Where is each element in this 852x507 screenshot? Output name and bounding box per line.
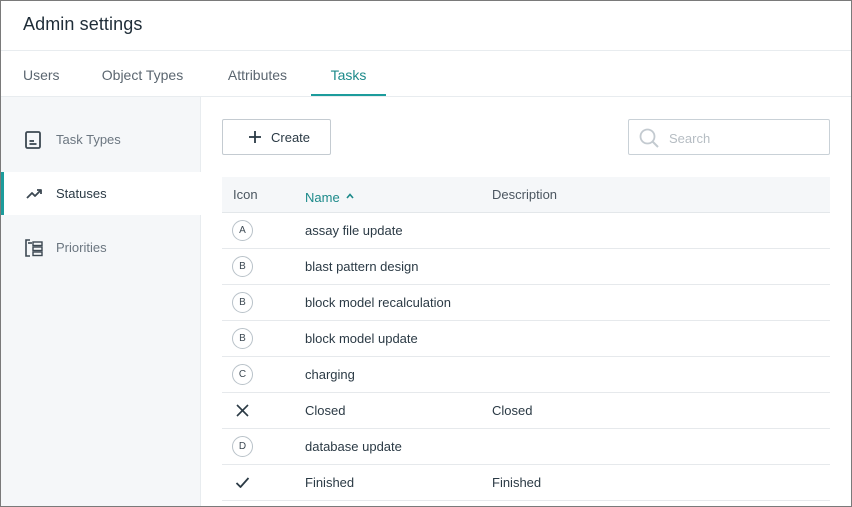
status-name: blast pattern design [305,259,419,274]
priorities-icon [23,238,45,258]
table-row[interactable]: C charging [222,357,830,393]
column-header-description: Description [492,187,558,202]
column-header-name-label: Name [305,190,340,205]
table-row[interactable]: B block model recalculation [222,285,830,321]
table-row[interactable]: Finished Finished [222,465,830,501]
task-types-icon [23,130,45,150]
sidebar-item-task-types[interactable]: Task Types [1,118,201,161]
checkmark-icon [232,472,253,493]
statuses-table: Icon Name Description A assay file updat… [222,177,830,501]
status-letter-icon: B [232,328,253,349]
sidebar-item-label: Statuses [56,186,107,201]
plus-icon [248,129,262,145]
search-input[interactable] [669,128,819,148]
trend-line-icon [23,184,45,204]
status-letter-icon: A [232,220,253,241]
status-name: block model update [305,331,418,346]
sidebar-item-label: Priorities [56,240,107,255]
tab-attributes[interactable]: Attributes [226,51,289,97]
table-row[interactable]: B blast pattern design [222,249,830,285]
tab-bar: Users Object Types Attributes Tasks [1,51,851,97]
status-name: charging [305,367,355,382]
status-name: assay file update [305,223,403,238]
status-name: Closed [305,403,346,418]
status-letter-icon: B [232,292,253,313]
status-letter-icon: B [232,256,253,277]
page-header: Admin settings [1,1,851,51]
create-button-label: Create [271,130,311,145]
create-button[interactable]: Create [222,119,331,155]
table-row[interactable]: A assay file update [222,213,830,249]
admin-settings-window: Admin settings Users Object Types Attrib… [0,0,852,507]
search-icon [638,127,660,149]
tab-tasks[interactable]: Tasks [311,51,386,96]
status-name: block model recalculation [305,295,451,310]
sidebar-item-label: Task Types [56,132,121,147]
sidebar: Task Types Statuses Priorities [1,97,201,506]
column-header-icon: Icon [233,187,258,202]
table-header: Icon Name Description [222,177,830,213]
column-header-name[interactable]: Name [305,187,354,205]
sidebar-item-statuses[interactable]: Statuses [1,172,201,215]
sidebar-item-priorities[interactable]: Priorities [1,226,201,269]
search-box [628,119,830,155]
table-row[interactable]: Closed Closed [222,393,830,429]
status-name: database update [305,439,402,454]
close-icon [232,400,253,421]
tab-users[interactable]: Users [23,51,60,97]
status-letter-icon: D [232,436,253,457]
page-title: Admin settings [23,14,143,34]
status-description: Closed [492,403,533,418]
status-letter-icon: C [232,364,253,385]
table-row[interactable]: B block model update [222,321,830,357]
sort-ascending-icon [346,187,354,199]
status-name: Finished [305,475,355,490]
status-description: Finished [492,475,542,490]
table-row[interactable]: D database update [222,429,830,465]
tab-object-types[interactable]: Object Types [101,51,184,97]
